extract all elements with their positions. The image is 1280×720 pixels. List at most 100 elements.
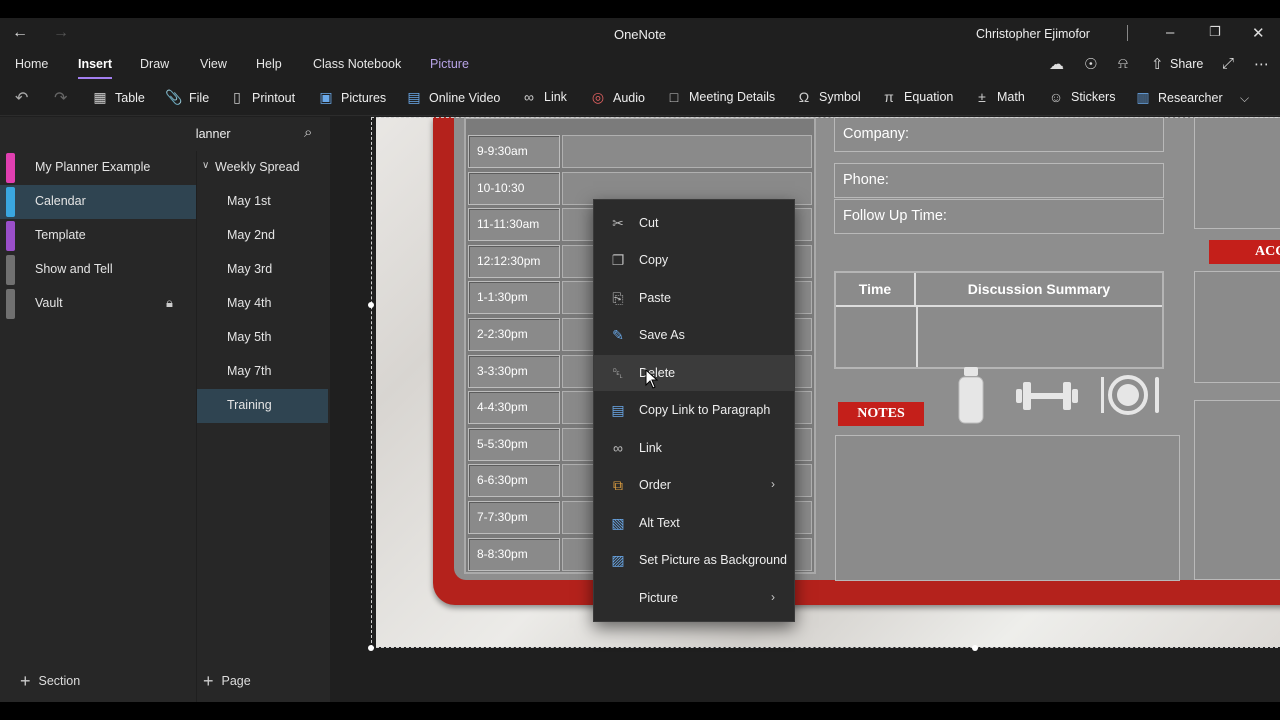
share-button[interactable]: Share (1170, 57, 1203, 71)
section-color-tab (6, 221, 15, 251)
page-may-2nd[interactable]: May 2nd (197, 219, 328, 253)
menu-item-picture[interactable]: Picture › (594, 580, 794, 616)
minimize-icon[interactable]: – (1166, 24, 1174, 41)
mouse-pointer-icon (645, 369, 659, 389)
tab-help[interactable]: Help (256, 57, 282, 71)
page-may-7th[interactable]: May 7th (197, 355, 328, 389)
insert-equation-button[interactable]: π Equation (880, 89, 953, 105)
page-weekly-spread[interactable]: ∨ Weekly Spread (197, 151, 328, 185)
stickers-button[interactable]: ☺ Stickers (1047, 89, 1116, 105)
picture-background-icon: ▨ (611, 552, 625, 568)
video-icon: ▤ (407, 89, 421, 105)
menu-item-label: Copy Link to Paragraph (639, 403, 771, 417)
researcher-button[interactable]: ▥ Researcher (1134, 89, 1222, 106)
menu-item-paste[interactable]: ⎘ Paste (594, 280, 794, 316)
user-name[interactable]: Christopher Ejimofor (976, 27, 1090, 41)
menu-item-cut[interactable]: ✂ Cut (594, 205, 794, 241)
chevron-down-icon[interactable]: ∨ (202, 160, 209, 171)
insert-online-video-label: Online Video (429, 90, 501, 105)
resize-handle-left[interactable] (368, 302, 374, 308)
bell-icon[interactable]: ⍾ (1118, 55, 1128, 72)
meeting-details-button[interactable]: □ Meeting Details (665, 89, 775, 105)
math-icon: ± (978, 89, 986, 105)
smiley-icon: ☺ (1048, 89, 1064, 105)
chevron-right-icon: › (771, 477, 775, 491)
alt-text-icon: ▧ (611, 515, 625, 531)
page-may-1st[interactable]: May 1st (197, 185, 328, 219)
share-icon[interactable]: ⇧ (1151, 55, 1164, 73)
add-page-button[interactable]: + Page (203, 671, 251, 691)
menu-item-order[interactable]: ⧉ Order › (594, 467, 794, 503)
menu-item-set-picture-as-background[interactable]: ▨ Set Picture as Background (594, 542, 794, 578)
menu-item-save-as[interactable]: ✎ Save As (594, 317, 794, 353)
insert-printout-button[interactable]: ▯ Printout (228, 89, 295, 106)
researcher-icon: ▥ (1136, 89, 1150, 105)
menu-item-delete[interactable]: ␡ Delete (594, 355, 794, 391)
page-label: Weekly Spread (215, 160, 300, 174)
insert-audio-button[interactable]: ◎ Audio (589, 89, 645, 106)
menu-item-copy-link-to-paragraph[interactable]: ▤ Copy Link to Paragraph (594, 392, 794, 428)
resize-handle-bottom-left[interactable] (368, 645, 374, 651)
more-options-icon[interactable]: ⋯ (1254, 55, 1269, 73)
page-canvas[interactable]: Company: Phone: Follow Up Time: Time Dis… (330, 117, 1280, 702)
pictures-icon: ▣ (319, 89, 333, 105)
resize-handle-bottom[interactable] (972, 645, 978, 651)
menu-item-link[interactable]: ∞ Link (594, 430, 794, 466)
math-button[interactable]: ± Math (973, 89, 1025, 105)
redo-icon[interactable]: ↷ (54, 88, 67, 108)
insert-printout-label: Printout (252, 90, 296, 105)
save-as-icon: ✎ (612, 327, 624, 343)
insert-table-button[interactable]: ▦ Table (91, 89, 145, 106)
title-separator (1127, 25, 1128, 41)
tab-home[interactable]: Home (15, 57, 48, 71)
search-icon[interactable]: ⌕ (304, 124, 312, 141)
section-color-tab (6, 187, 15, 217)
insert-equation-label: Equation (904, 90, 954, 104)
tab-class-notebook[interactable]: Class Notebook (313, 57, 401, 71)
insert-symbol-button[interactable]: Ω Symbol (795, 89, 861, 105)
plus-icon: + (203, 671, 214, 691)
sync-icon[interactable]: ☁ (1049, 55, 1064, 73)
add-section-label: Section (38, 674, 81, 688)
tab-draw[interactable]: Draw (140, 57, 169, 71)
lightbulb-icon[interactable]: ☉ (1084, 55, 1097, 73)
menu-item-alt-text[interactable]: ▧ Alt Text (594, 505, 794, 541)
tab-picture[interactable]: Picture (430, 57, 469, 71)
page-may-5th[interactable]: May 5th (197, 321, 328, 355)
ribbon: ↶ ↷ ▦ Table 📎 File ▯ Printout ▣ Pictures ▤ On… (0, 80, 1280, 116)
menu-item-label: Picture (639, 591, 678, 605)
stickers-label: Stickers (1071, 90, 1116, 104)
section-my-planner-example[interactable]: My Planner Example (0, 151, 196, 185)
calendar-icon: □ (669, 89, 679, 105)
section-template[interactable]: Template (0, 219, 196, 253)
tab-view[interactable]: View (200, 57, 227, 71)
sections-pane: My Planner Example Calendar Template Sho… (0, 117, 196, 702)
paperclip-icon: 📎 (165, 89, 183, 105)
section-calendar[interactable]: Calendar (0, 185, 196, 219)
math-label: Math (997, 90, 1025, 104)
section-label: Vault (35, 296, 63, 310)
pages-pane: ∨ Weekly Spread May 1st May 2nd May 3rd … (197, 151, 330, 702)
section-vault[interactable]: Vault 🔒︎ (0, 287, 196, 321)
insert-pictures-button[interactable]: ▣ Pictures (317, 89, 386, 106)
page-may-4th[interactable]: May 4th (197, 287, 328, 321)
insert-online-video-button[interactable]: ▤ Online Video (405, 89, 500, 106)
microphone-icon: ◎ (591, 89, 605, 105)
section-label: Show and Tell (35, 262, 113, 276)
section-show-and-tell[interactable]: Show and Tell (0, 253, 196, 287)
page-may-3rd[interactable]: May 3rd (197, 253, 328, 287)
undo-icon[interactable]: ↶ (15, 88, 28, 108)
insert-link-button[interactable]: ∞ Link (520, 89, 567, 105)
page-label: May 4th (227, 296, 272, 310)
menu-item-copy[interactable]: ❐ Copy (594, 242, 794, 278)
close-icon[interactable]: ✕ (1252, 24, 1265, 42)
restore-icon[interactable]: ❐ (1209, 24, 1221, 40)
page-training[interactable]: Training (197, 389, 328, 423)
ribbon-collapse-chevron-icon[interactable]: ⌵ (1240, 91, 1249, 106)
page-label: May 2nd (227, 228, 275, 242)
tab-insert[interactable]: Insert (78, 57, 113, 79)
add-section-button[interactable]: + Section (20, 672, 81, 690)
insert-file-button[interactable]: 📎 File (165, 89, 209, 106)
expand-icon[interactable]: ⤢ (1222, 55, 1234, 72)
page-label: May 7th (227, 364, 272, 378)
